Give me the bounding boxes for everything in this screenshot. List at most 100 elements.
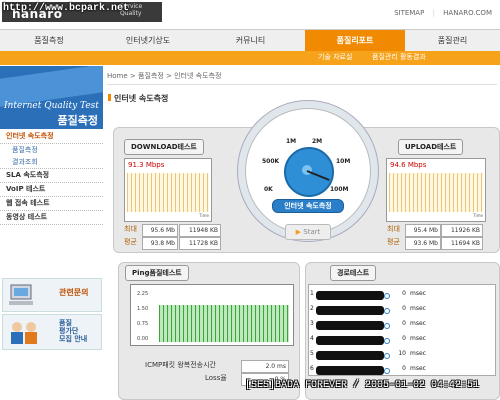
hop-redacted (316, 306, 384, 315)
hop-unit: msec (410, 335, 426, 342)
upload-bars (389, 173, 483, 212)
people-icon (11, 322, 37, 344)
hop-ms: 0 (402, 365, 406, 372)
rtt-value: 2.0 ms (241, 360, 289, 373)
upload-avg-mbps: 93.6 Mb (405, 237, 441, 250)
gauge-label-500k: 500K (262, 158, 280, 165)
subnav-activity-results[interactable]: 품질관리 활동결과 (372, 52, 426, 62)
route-hop-row: 1 0 msec (310, 290, 490, 301)
divider (107, 84, 497, 85)
sidebar-item-video[interactable]: 동영상 테스트 (0, 211, 103, 225)
ping-graph: 2.25 1.50 0.75 0.00 (130, 284, 294, 346)
nav-item-quality-test[interactable]: 품질측정 (0, 30, 98, 51)
hop-unit: msec (410, 290, 426, 297)
sidebar-subitem-quality-test[interactable]: 품질측정 (0, 144, 103, 156)
download-axis-end: Time (199, 213, 209, 218)
promo-line-2: 평가단 (59, 327, 79, 335)
rtt-row: ICMP패킷 왕복전송시간 2.0 ms (145, 360, 295, 373)
sitemap-link[interactable]: SITEMAP (394, 9, 424, 17)
evaluator-promo[interactable]: 품질 평가단 모집 안내 (2, 314, 102, 350)
route-hop-row: 4 0 msec (310, 335, 490, 346)
breadcrumb-quality[interactable]: 품질측정 (138, 72, 164, 80)
upload-test-button[interactable]: UPLOAD테스트 (398, 139, 464, 155)
breadcrumb: Home > 품질측정 > 인터넷 속도측정 (107, 72, 222, 80)
ping-ytick-1: 2.25 (137, 291, 149, 297)
route-hop-row: 3 0 msec (310, 320, 490, 331)
download-max-row: 최대 95.6 Mb 11948 KB (124, 224, 224, 237)
top-links: SITEMAP | HANARO.COM (394, 9, 492, 17)
download-max-label: 최대 (124, 225, 137, 233)
sidebar-menu: 인터넷 속도측정 품질측정 결과조회 SLA 속도측정 VoIP 테스트 웹 접… (0, 130, 103, 225)
upload-speed-unit: Mbps (407, 161, 427, 169)
upload-avg-label: 평균 (387, 238, 400, 246)
sidebar-item-sla[interactable]: SLA 속도측정 (0, 168, 103, 183)
hop-unit: msec (410, 365, 426, 372)
route-hop-row: 6 0 msec (310, 365, 490, 376)
upload-avg-row: 평균 93.6 Mb 11694 KB (387, 237, 487, 250)
loss-label: Loss율 (205, 374, 227, 382)
route-hop-row: 2 0 msec (310, 305, 490, 316)
download-avg-kb: 11728 KB (179, 237, 221, 250)
hop-redacted (316, 321, 384, 330)
sidebar-header-ko: 품질측정 (57, 114, 98, 127)
top-url-overlay: http://www.bcpark.net (3, 3, 130, 14)
hop-redacted (316, 366, 384, 375)
hop-dot-icon (384, 353, 390, 359)
nav-item-quality-report[interactable]: 품질리포트 (305, 30, 405, 51)
hop-ms: 0 (402, 305, 406, 312)
sidebar-item-voip[interactable]: VoIP 테스트 (0, 183, 103, 197)
bottom-signature-overlay: [SES]BADA FOREVER / 2005-01-02 04:42:51 (245, 380, 480, 391)
hop-redacted (316, 336, 384, 345)
ping-test-button[interactable]: Ping품질테스트 (125, 265, 189, 281)
gauge-label-10m: 10M (336, 158, 351, 165)
breadcrumb-home[interactable]: Home (107, 72, 128, 80)
ping-bars (159, 305, 289, 342)
contact-promo-label: 관련문의 (59, 288, 89, 297)
main-nav: 품질측정 인터넷기상도 커뮤니티 품질리포트 품질관리 (0, 29, 500, 52)
hop-dot-icon (384, 293, 390, 299)
hop-unit: msec (410, 305, 426, 312)
upload-max-kb: 11926 KB (441, 224, 483, 237)
play-icon: ▶ (295, 228, 302, 236)
subnav-tech-library[interactable]: 기술 자료실 (318, 52, 352, 62)
upload-max-row: 최대 95.4 Mb 11926 KB (387, 224, 487, 237)
download-speed-unit: Mbps (145, 161, 165, 169)
upload-speed-value: 94.6 (390, 161, 406, 169)
evaluator-promo-text: 품질 평가단 모집 안내 (59, 319, 87, 343)
download-graph: 91.3 Mbps Time (124, 158, 212, 222)
sidebar-subitem-results[interactable]: 결과조회 (0, 156, 103, 168)
sidebar-item-web[interactable]: 웹 접속 테스트 (0, 197, 103, 211)
upload-max-label: 최대 (387, 225, 400, 233)
hop-redacted (316, 291, 384, 300)
hop-dot-icon (384, 323, 390, 329)
gauge-label-1m: 1M (286, 138, 297, 145)
hop-dot-icon (384, 308, 390, 314)
hop-unit: msec (410, 350, 426, 357)
download-axis: Time (127, 213, 209, 220)
upload-avg-kb: 11694 KB (441, 237, 483, 250)
download-bars (127, 173, 209, 212)
gauge-label-0k: 0K (264, 186, 273, 193)
nav-item-internet-weather[interactable]: 인터넷기상도 (98, 30, 198, 51)
sub-nav: 기술 자료실 품질관리 활동결과 (0, 51, 500, 65)
sidebar-item-speed-test[interactable]: 인터넷 속도측정 (0, 130, 103, 144)
start-button[interactable]: ▶ Start (285, 224, 331, 240)
download-speed-value: 91.3 (128, 161, 144, 169)
download-test-button[interactable]: DOWNLOAD테스트 (124, 139, 204, 155)
nav-item-community[interactable]: 커뮤니티 (198, 30, 303, 51)
start-button-label: Start (303, 228, 321, 236)
hanaro-com-link[interactable]: HANARO.COM (443, 9, 492, 17)
download-speed: 91.3 Mbps (128, 161, 164, 169)
ping-ytick-2: 1.50 (137, 306, 149, 312)
rtt-label: ICMP패킷 왕복전송시간 (145, 361, 216, 369)
gauge-label-100m: 100M (330, 186, 349, 193)
computer-icon (9, 284, 33, 305)
nav-item-quality-management[interactable]: 품질관리 (405, 30, 500, 51)
route-test-button[interactable]: 경로테스트 (330, 265, 377, 281)
gauge-caption: 인터넷 속도측정 (272, 199, 344, 213)
page-title: 인터넷 속도측정 (107, 94, 169, 103)
hop-unit: msec (410, 320, 426, 327)
contact-promo[interactable]: 관련문의 (2, 278, 102, 312)
download-avg-row: 평균 93.8 Mb 11728 KB (124, 237, 224, 250)
download-max-kb: 11948 KB (179, 224, 221, 237)
